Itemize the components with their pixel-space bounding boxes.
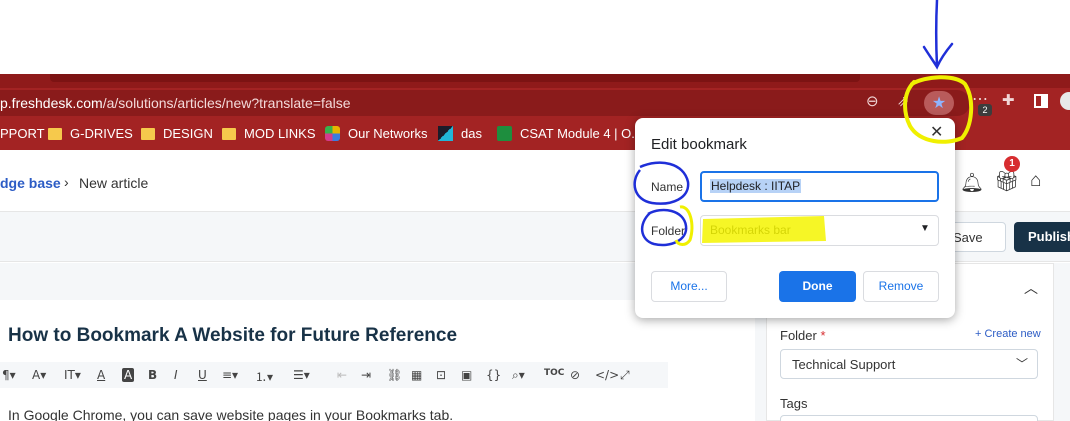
font-color-icon[interactable]: A <box>97 368 105 382</box>
image-icon[interactable]: ▣ <box>461 368 472 382</box>
remove-button[interactable]: Remove <box>863 271 939 302</box>
chevron-up-icon[interactable]: ︿ <box>1024 278 1038 298</box>
breadcrumb-separator: › <box>64 174 69 190</box>
more-button[interactable]: More... <box>651 271 727 302</box>
bookmark-support[interactable]: PPORT <box>0 126 45 141</box>
extension-badge: 2 <box>978 104 992 116</box>
folder-icon <box>48 127 62 140</box>
bookmark-design[interactable]: DESIGN <box>141 126 213 141</box>
folder-icon <box>222 127 236 140</box>
italic-icon[interactable]: I <box>174 368 178 382</box>
arrow-annotation <box>922 0 954 70</box>
folder-dialog-label: Folder <box>651 224 686 238</box>
save-button[interactable]: Save <box>946 222 1006 252</box>
bell-icon[interactable]: 🔔︎ <box>960 171 984 195</box>
font-family-icon[interactable]: A▾ <box>32 368 46 382</box>
folder-icon <box>141 127 155 140</box>
code-icon[interactable]: {} <box>486 368 501 382</box>
publish-button[interactable]: Publish <box>1014 222 1070 252</box>
bookmark-csat-module[interactable]: CSAT Module 4 | O... <box>497 126 642 141</box>
highlight-icon[interactable]: A <box>122 368 135 382</box>
url-text[interactable]: p.freshdesk.com/a/solutions/articles/new… <box>0 95 351 111</box>
bookmark-star-button[interactable]: ★ <box>924 91 954 115</box>
indent-icon[interactable]: ⇥ <box>361 368 371 382</box>
ordered-list-icon[interactable]: ⒈▾ <box>255 368 273 385</box>
done-button[interactable]: Done <box>779 271 856 302</box>
article-title[interactable]: How to Bookmark A Website for Future Ref… <box>8 325 457 347</box>
bookmark-name-value: Helpdesk : IITAP <box>710 179 802 193</box>
bookmark-das[interactable]: das <box>438 126 482 141</box>
networks-icon <box>325 126 340 141</box>
required-mark: * <box>820 328 826 343</box>
name-label: Name <box>651 180 684 194</box>
zoom-icon[interactable]: ⊖ <box>866 94 879 109</box>
store-icon[interactable]: ⌂ <box>1030 170 1041 192</box>
font-size-icon[interactable]: IT▾ <box>64 368 81 382</box>
source-code-icon[interactable]: </> <box>595 368 619 382</box>
underline-icon[interactable]: U <box>198 368 207 382</box>
article-body-text[interactable]: In Google Chrome, you can save website p… <box>8 407 453 421</box>
close-icon[interactable]: ✕ <box>930 122 943 142</box>
folder-select-value: Technical Support <box>792 357 896 372</box>
table-icon[interactable]: ▦ <box>411 368 422 382</box>
fullscreen-icon[interactable]: ⤢ <box>620 368 630 383</box>
notification-badge: 1 <box>1004 156 1020 172</box>
caret-down-icon: ▼ <box>920 223 930 234</box>
bookmark-folder-value: Bookmarks bar <box>710 223 791 237</box>
bookmark-mod-links[interactable]: MOD LINKS <box>222 126 316 141</box>
breadcrumb-current: New article <box>79 175 149 191</box>
das-icon <box>438 126 453 141</box>
attachment-icon[interactable]: ⌕▾ <box>512 368 525 383</box>
gift-icon[interactable]: 🎁︎ <box>994 169 1019 194</box>
bookmark-our-networks[interactable]: Our Networks <box>325 126 427 141</box>
folder-label: Folder * <box>780 328 826 343</box>
code-block-icon[interactable]: ⊡ <box>436 368 446 382</box>
align-icon[interactable]: ≡▾ <box>222 368 238 382</box>
side-panel-icon[interactable] <box>1034 94 1048 108</box>
unordered-list-icon[interactable]: ☰▾ <box>293 368 310 382</box>
tags-input[interactable] <box>780 415 1038 421</box>
tab-strip <box>0 74 1070 88</box>
share-icon[interactable]: ⇗ <box>897 94 910 109</box>
link-icon[interactable]: ⛓ <box>387 368 402 382</box>
bookmark-g-drives[interactable]: G-DRIVES <box>48 126 133 141</box>
chevron-down-icon: ﹀ <box>1016 357 1029 371</box>
extensions-puzzle-icon[interactable]: ✚ <box>1002 93 1015 108</box>
star-icon: ★ <box>931 95 947 112</box>
outdent-icon[interactable]: ⇤ <box>337 368 347 382</box>
bold-icon[interactable]: B <box>148 368 157 382</box>
sheets-icon <box>497 126 512 141</box>
breadcrumb-knowledge-base[interactable]: dge base <box>0 175 61 191</box>
tags-label: Tags <box>780 396 808 411</box>
paragraph-icon[interactable]: ¶▾ <box>2 368 16 382</box>
clear-format-icon[interactable]: ⊘ <box>570 368 580 382</box>
toc-icon[interactable]: TOC <box>544 368 564 378</box>
create-new-folder-link[interactable]: + Create new <box>975 328 1041 340</box>
editor-area[interactable] <box>0 300 755 421</box>
dialog-title: Edit bookmark <box>651 136 747 153</box>
